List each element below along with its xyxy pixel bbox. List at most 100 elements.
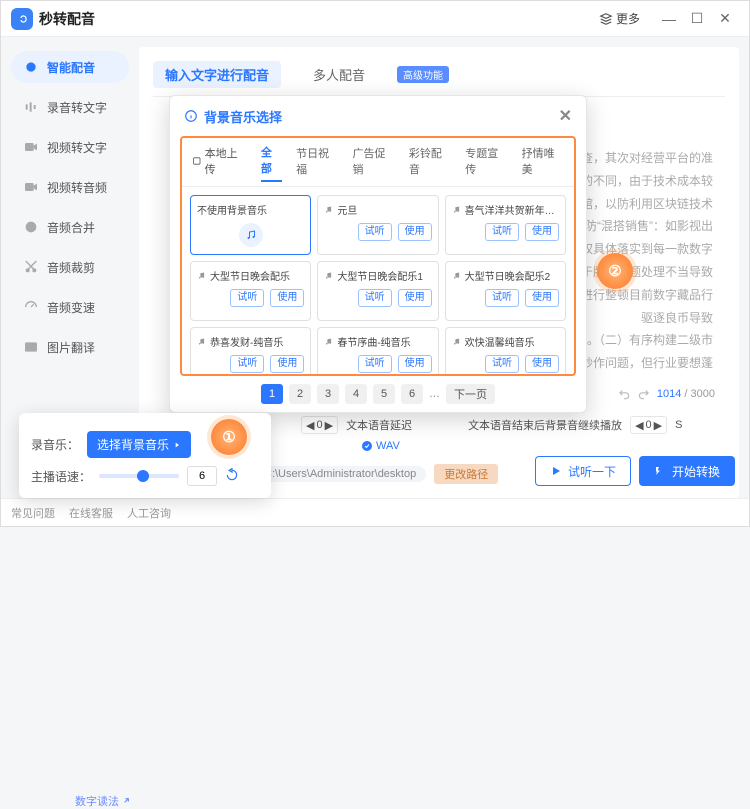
tab-multi-voice[interactable]: 多人配音 bbox=[301, 61, 377, 88]
play-icon[interactable] bbox=[239, 223, 263, 247]
sidebar-item-smart-dub[interactable]: 智能配音 bbox=[11, 51, 129, 83]
bgm-modal: 背景音乐选择 ✕ 本地上传 全部 节日祝福 广告促销 彩铃配音 专题宣传 抒情唯… bbox=[169, 95, 587, 413]
use-button[interactable]: 使用 bbox=[270, 355, 304, 373]
continue-stepper[interactable]: ◀ 0 ▶ bbox=[630, 416, 667, 434]
bgm-card[interactable]: 恭喜发财-纯音乐试听使用 bbox=[190, 327, 311, 374]
card-title: 春节序曲-纯音乐 bbox=[324, 334, 431, 349]
try-button[interactable]: 试听 bbox=[485, 355, 519, 373]
page-5[interactable]: 5 bbox=[373, 384, 395, 404]
tab-festival[interactable]: 节日祝福 bbox=[296, 145, 338, 181]
maximize-button[interactable]: ☐ bbox=[683, 5, 711, 33]
page-6[interactable]: 6 bbox=[401, 384, 423, 404]
use-button[interactable]: 使用 bbox=[398, 223, 432, 241]
try-button[interactable]: 试听 bbox=[485, 223, 519, 241]
app-logo bbox=[11, 8, 33, 30]
preview-button[interactable]: 试听一下 bbox=[535, 456, 631, 486]
tab-ringtone[interactable]: 彩铃配音 bbox=[409, 145, 451, 181]
note-icon bbox=[452, 271, 461, 280]
bgm-card[interactable]: 大型节日晚会配乐试听使用 bbox=[190, 261, 311, 321]
sidebar-item-video-to-text[interactable]: 视频转文字 bbox=[11, 131, 129, 163]
info-icon bbox=[184, 109, 198, 123]
try-button[interactable]: 试听 bbox=[358, 355, 392, 373]
sidebar-item-audio-to-text[interactable]: 录音转文字 bbox=[11, 91, 129, 123]
note-icon bbox=[452, 337, 461, 346]
try-button[interactable]: 试听 bbox=[358, 223, 392, 241]
undo-icon[interactable] bbox=[617, 387, 631, 401]
modal-close-button[interactable]: ✕ bbox=[559, 106, 572, 126]
sidebar-label: 音频裁剪 bbox=[47, 259, 95, 276]
tab-local-upload[interactable]: 本地上传 bbox=[192, 145, 247, 181]
page-2[interactable]: 2 bbox=[289, 384, 311, 404]
footer-human-cs[interactable]: 人工咨询 bbox=[127, 505, 171, 521]
reload-icon bbox=[225, 468, 239, 482]
merge-icon bbox=[23, 219, 39, 235]
music-label: 录音乐： bbox=[31, 436, 79, 453]
stack-icon bbox=[599, 12, 613, 26]
minimize-button[interactable]: — bbox=[655, 5, 683, 33]
page-3[interactable]: 3 bbox=[317, 384, 339, 404]
tab-all[interactable]: 全部 bbox=[261, 144, 282, 182]
page-1[interactable]: 1 bbox=[261, 384, 283, 404]
card-title: 大型节日晚会配乐1 bbox=[324, 268, 431, 283]
more-button[interactable]: 更多 bbox=[599, 10, 640, 27]
card-title: 恭喜发财-纯音乐 bbox=[197, 334, 304, 349]
image-icon bbox=[23, 339, 39, 355]
char-counter: 1014 / 3000 bbox=[617, 387, 715, 401]
footer-online-cs[interactable]: 在线客服 bbox=[69, 505, 113, 521]
speed-value-input[interactable] bbox=[187, 466, 217, 486]
bgm-card[interactable]: 大型节日晚会配乐1 试听使用 bbox=[317, 261, 438, 321]
use-button[interactable]: 使用 bbox=[525, 355, 559, 373]
close-button[interactable]: ✕ bbox=[711, 5, 739, 33]
sidebar-item-video-to-audio[interactable]: 视频转音频 bbox=[11, 171, 129, 203]
page-next[interactable]: 下一页 bbox=[446, 384, 495, 404]
bgm-card[interactable]: 大型节日晚会配乐2试听使用 bbox=[445, 261, 566, 321]
upload-icon bbox=[192, 156, 202, 166]
try-button[interactable]: 试听 bbox=[358, 289, 392, 307]
select-bgm-button[interactable]: 选择背景音乐 bbox=[87, 431, 191, 458]
delay-label: 文本语音延迟 bbox=[346, 417, 412, 433]
try-button[interactable]: 试听 bbox=[230, 355, 264, 373]
sidebar-item-audio-trim[interactable]: 音频裁剪 bbox=[11, 251, 129, 283]
scissors-icon bbox=[23, 259, 39, 275]
footer-faq[interactable]: 常见问题 bbox=[11, 505, 55, 521]
sidebar-item-audio-speed[interactable]: 音频变速 bbox=[11, 291, 129, 323]
sidebar-item-image-translate[interactable]: 图片翻译 bbox=[11, 331, 129, 363]
bgm-card-none[interactable]: 不使用背景音乐 bbox=[190, 195, 311, 255]
wav-indicator[interactable]: WAV bbox=[361, 440, 400, 452]
bgm-card[interactable]: 元旦试听使用 bbox=[317, 195, 438, 255]
redo-icon[interactable] bbox=[637, 387, 651, 401]
try-button[interactable]: 试听 bbox=[230, 289, 264, 307]
change-path-button[interactable]: 更改路径 bbox=[434, 464, 498, 484]
start-convert-button[interactable]: 开始转换 bbox=[639, 456, 735, 486]
use-button[interactable]: 使用 bbox=[525, 289, 559, 307]
speed-label: 主播语速： bbox=[31, 468, 91, 485]
card-title: 喜气洋洋共贺新年… bbox=[452, 202, 559, 217]
bgm-card[interactable]: 欢快温馨纯音乐试听使用 bbox=[445, 327, 566, 374]
sidebar-label: 音频合并 bbox=[47, 219, 95, 236]
bgm-card[interactable]: 喜气洋洋共贺新年… 试听使用 bbox=[445, 195, 566, 255]
note-icon bbox=[324, 337, 333, 346]
use-button[interactable]: 使用 bbox=[270, 289, 304, 307]
tab-text-input[interactable]: 输入文字进行配音 bbox=[153, 61, 281, 88]
title-bar: 秒转配音 更多 — ☐ ✕ bbox=[1, 1, 749, 37]
speed-slider[interactable] bbox=[99, 474, 179, 478]
sidebar-item-audio-merge[interactable]: 音频合并 bbox=[11, 211, 129, 243]
delay-stepper[interactable]: ◀ 0 ▶ bbox=[301, 416, 338, 434]
note-icon bbox=[324, 205, 333, 214]
counter-current: 1014 bbox=[657, 388, 681, 400]
counter-max: 3000 bbox=[691, 388, 715, 400]
callout-bubble-1: ① bbox=[211, 419, 247, 455]
video-icon bbox=[23, 139, 39, 155]
tab-lyric[interactable]: 抒情唯美 bbox=[522, 145, 564, 181]
try-button[interactable]: 试听 bbox=[485, 289, 519, 307]
reset-speed-button[interactable] bbox=[225, 468, 239, 485]
bgm-card[interactable]: 春节序曲-纯音乐试听使用 bbox=[317, 327, 438, 374]
page-4[interactable]: 4 bbox=[345, 384, 367, 404]
use-button[interactable]: 使用 bbox=[398, 289, 432, 307]
seconds-unit: S bbox=[675, 419, 682, 431]
tab-topic[interactable]: 专题宣传 bbox=[465, 145, 507, 181]
number-reading-link[interactable]: 数字读法 bbox=[75, 793, 131, 809]
use-button[interactable]: 使用 bbox=[398, 355, 432, 373]
use-button[interactable]: 使用 bbox=[525, 223, 559, 241]
tab-promo[interactable]: 广告促销 bbox=[352, 145, 394, 181]
